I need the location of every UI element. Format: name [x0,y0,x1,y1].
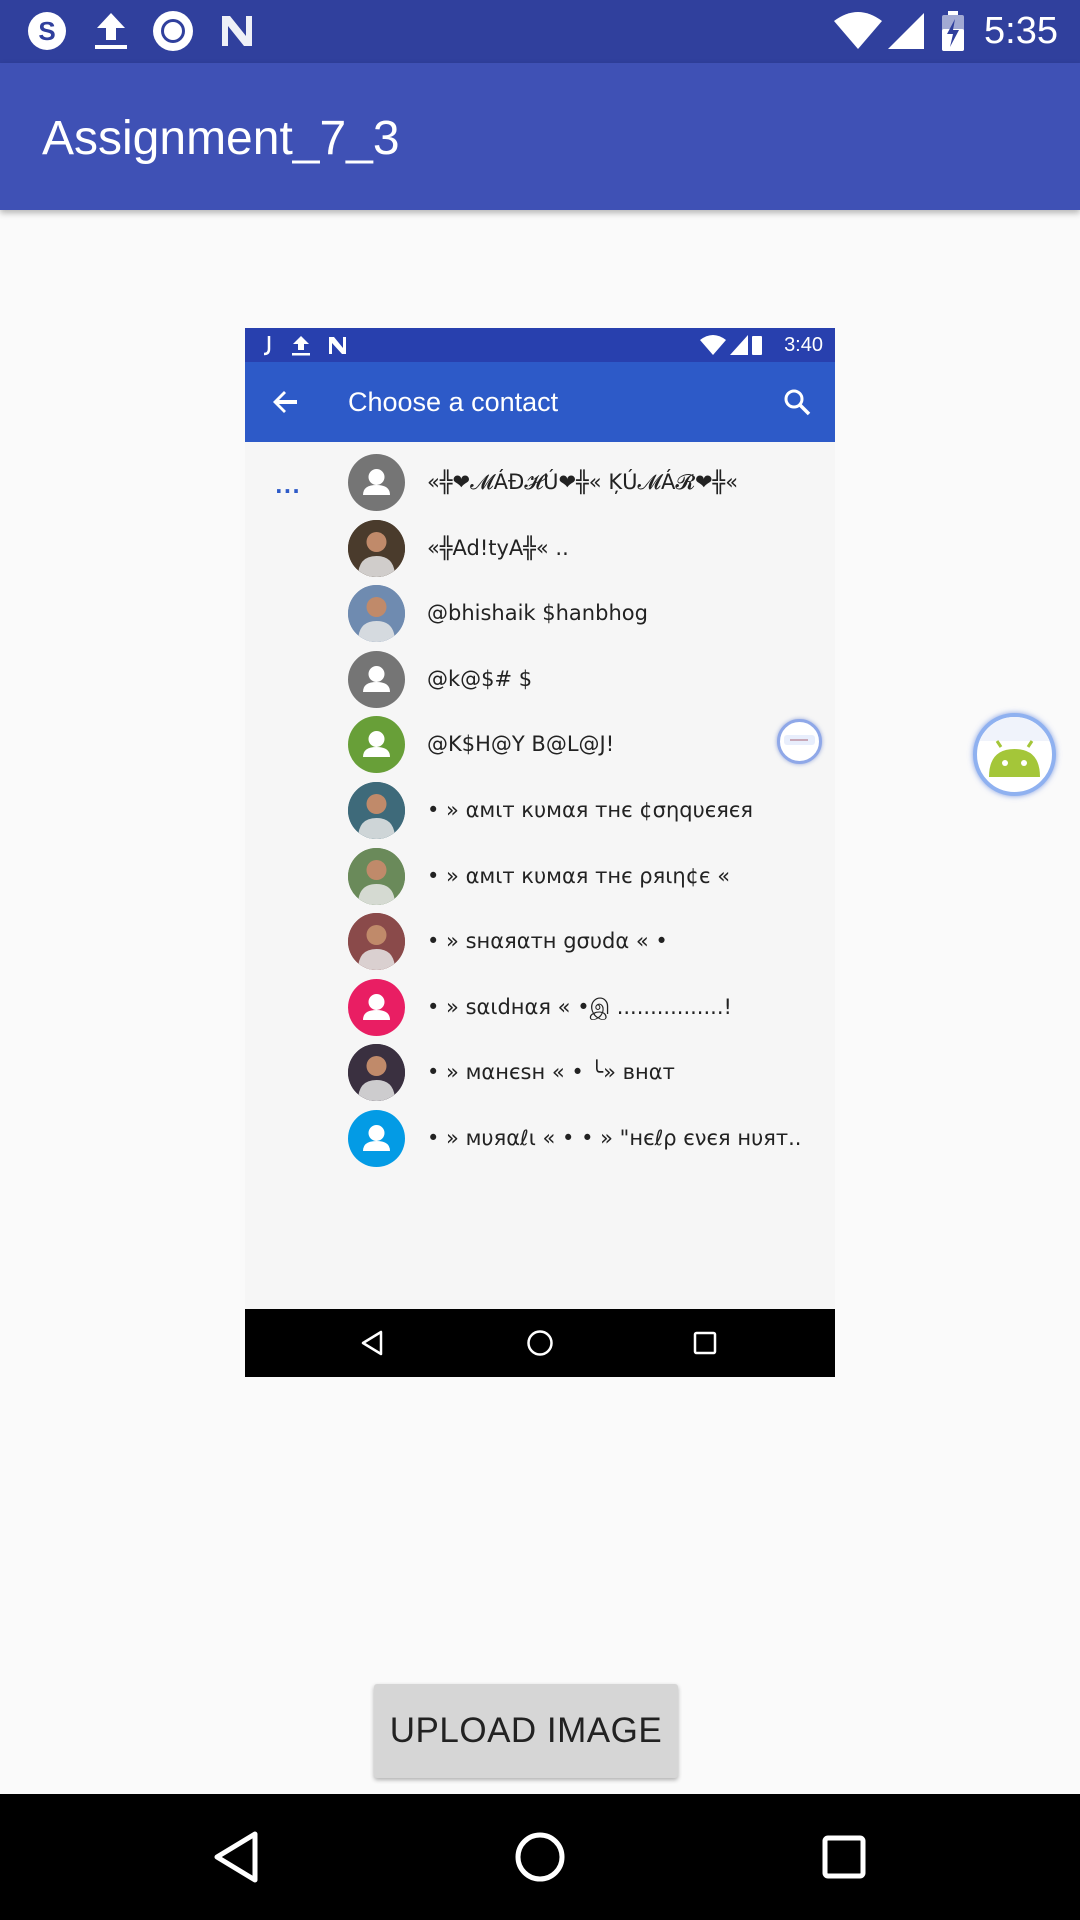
navigation-bar [0,1794,1080,1920]
person-photo-icon [348,519,405,577]
contact-placeholder-avatar [348,454,405,511]
person-icon [363,469,390,495]
search-icon [777,382,817,422]
contact-photo-avatar [348,913,405,971]
selected-image-preview: 3:40 Choose a contact ... «╬❤𝓜ÁĐ𝓗Ú❤╬« ĶÚ… [245,328,835,1377]
upload-image-button[interactable]: UPLOAD IMAGE [374,1684,678,1778]
circle-app-icon [148,8,198,54]
contact-photo-avatar [348,1044,405,1102]
wifi-icon [830,8,886,54]
person-photo-icon [348,782,405,839]
upload-icon [86,8,136,54]
recents-icon[interactable] [814,1827,874,1887]
svg-text:S: S [38,16,55,46]
preview-toolbar-title: Choose a contact [348,387,559,417]
app-bar: Assignment_7_3 [0,63,1080,210]
contact-photo-avatar [348,519,405,577]
preview-toolbar: Choose a contact [245,362,835,442]
contact-placeholder-avatar [348,716,405,774]
preview-system-icons [700,335,762,355]
contact-placeholder-avatar [348,650,405,708]
back-arrow-icon [265,382,305,422]
person-icon [363,665,390,692]
preview-home-icon [520,1323,560,1363]
battery-charging-icon [938,8,968,54]
android-head-icon[interactable] [973,713,1056,796]
contact-photo-avatar [348,847,405,905]
status-time: 5:35 [984,10,1058,52]
contact-placeholder-avatar [348,978,405,1036]
person-icon [363,993,390,1020]
signal-icon [884,8,928,54]
preview-recents-icon [685,1323,725,1363]
contact-row: • » мυяαℓι « • • » "нєℓρ єνєя нυят.. [245,1098,835,1178]
n-logo-icon [212,8,262,54]
person-photo-icon [348,1044,405,1102]
person-icon [363,1125,390,1151]
contact-name: • » мυяαℓι « • • » "нєℓρ єνєя нυят.. [427,1126,802,1150]
person-icon [363,731,390,758]
preview-nav-bar [245,1309,835,1377]
status-bar: S 5:35 [0,0,1080,63]
app-title: Assignment_7_3 [42,112,400,165]
contact-placeholder-avatar [348,1110,405,1167]
person-photo-icon [348,913,405,971]
skype-icon: S [22,8,72,54]
home-icon[interactable] [510,1827,570,1887]
preview-back-icon [353,1323,393,1363]
preview-time: 3:40 [784,334,823,356]
preview-status-bar: 3:40 [245,328,835,362]
person-photo-icon [348,585,405,643]
preview-notification-icons [263,336,346,356]
floating-bubble-icon[interactable] [777,719,822,764]
contact-list: ... «╬❤𝓜ÁĐ𝓗Ú❤╬« ĶÚ𝓜Á𝓡❤╬« «╬Ad!tyA╬« .. @bh… [245,442,835,1309]
person-photo-icon [348,847,405,905]
contact-photo-avatar [348,782,405,839]
back-icon[interactable] [206,1827,266,1887]
contact-photo-avatar [348,585,405,643]
